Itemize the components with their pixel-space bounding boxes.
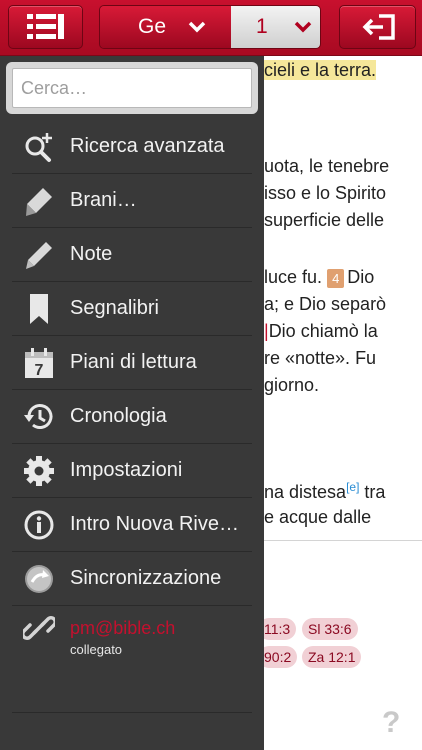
search-container bbox=[6, 62, 258, 114]
book-label: Ge bbox=[138, 15, 167, 38]
calendar-icon: 7 bbox=[23, 347, 55, 379]
divider bbox=[12, 712, 252, 713]
menu-item-label: Impostazioni bbox=[70, 459, 183, 481]
menu-item-settings[interactable]: Impostazioni bbox=[12, 444, 252, 498]
gear-icon bbox=[23, 455, 55, 487]
chapter-label: 1 bbox=[256, 15, 268, 38]
menu-item-passages[interactable]: Brani… bbox=[12, 174, 252, 228]
text-line: |Dio chiamò la bbox=[264, 321, 378, 341]
menu-list-icon bbox=[26, 14, 64, 39]
menu-item-advanced-search[interactable]: Ricerca avanzata bbox=[12, 120, 252, 174]
text-line: superficie delle bbox=[264, 210, 385, 230]
side-menu: Ricerca avanzata Brani… Note Segnalibri bbox=[0, 56, 264, 750]
menu-item-sync[interactable]: Sincronizzazione bbox=[12, 552, 252, 606]
advanced-search-icon bbox=[23, 131, 55, 163]
menu-item-label: Piani di lettura bbox=[70, 351, 197, 373]
link-icon bbox=[23, 612, 55, 644]
book-chapter-selector: Ge 1 bbox=[99, 5, 321, 49]
cross-ref-chip[interactable]: 11:3 bbox=[264, 618, 297, 640]
chapter-selector[interactable]: 1 bbox=[231, 6, 320, 48]
top-bar: Ge 1 bbox=[0, 0, 422, 56]
search-input[interactable] bbox=[12, 68, 252, 108]
history-icon bbox=[23, 401, 55, 433]
menu-item-history[interactable]: Cronologia bbox=[12, 390, 252, 444]
text-line: e acque dalle bbox=[264, 507, 372, 527]
verse-number[interactable]: 4 bbox=[327, 269, 345, 288]
cross-ref-chip[interactable]: Sl 33:6 bbox=[302, 618, 358, 640]
menu-item-notes[interactable]: Note bbox=[12, 228, 252, 282]
menu-item-label: Ricerca avanzata bbox=[70, 135, 225, 157]
menu-item-reading-plans[interactable]: 7 Piani di lettura bbox=[12, 336, 252, 390]
menu-item-label: Intro Nuova Rive… bbox=[70, 513, 239, 535]
highlighter-icon bbox=[23, 185, 55, 217]
pencil-icon bbox=[23, 239, 55, 271]
footnote-link[interactable]: [e] bbox=[346, 480, 359, 494]
text-line: a; e Dio separò bbox=[264, 294, 387, 314]
cross-ref-chip[interactable]: Za 12:1 bbox=[302, 646, 362, 668]
book-selector[interactable]: Ge bbox=[100, 6, 231, 48]
menu-button[interactable] bbox=[8, 5, 83, 49]
text-line: re «notte». Fu bbox=[264, 348, 377, 368]
exit-button[interactable] bbox=[339, 5, 416, 49]
text-line: giorno. bbox=[264, 375, 320, 395]
account-status: collegato bbox=[70, 642, 123, 657]
info-icon bbox=[23, 509, 55, 541]
divider bbox=[264, 540, 422, 541]
help-icon[interactable]: ? bbox=[382, 706, 400, 740]
svg-text:7: 7 bbox=[35, 362, 44, 379]
text-line: isso e lo Spirito bbox=[264, 183, 387, 203]
chevron-down-icon bbox=[188, 21, 206, 33]
text-line: uota, le tenebre bbox=[264, 156, 390, 176]
text-line: cieli e la terra. bbox=[264, 60, 377, 80]
menu-item-bookmarks[interactable]: Segnalibri bbox=[12, 282, 252, 336]
account-email: pm@bible.ch bbox=[70, 618, 176, 638]
menu-item-label: Cronologia bbox=[70, 405, 167, 427]
menu-item-label: Note bbox=[70, 243, 113, 265]
exit-arrow-icon bbox=[362, 14, 395, 40]
text-line: luce fu. 4 Dio bbox=[264, 267, 375, 288]
menu-item-intro[interactable]: Intro Nuova Rive… bbox=[12, 498, 252, 552]
bible-text-view: cieli e la terra. uota, le tenebre isso … bbox=[264, 56, 422, 750]
menu-item-label: Brani… bbox=[70, 189, 137, 211]
menu-item-label: Sincronizzazione bbox=[70, 567, 222, 589]
bookmark-icon bbox=[23, 293, 55, 325]
menu-item-account[interactable]: pm@bible.ch collegato bbox=[12, 606, 252, 676]
menu-item-label: Segnalibri bbox=[70, 297, 159, 319]
text-line: na distesa[e] tra bbox=[264, 480, 386, 502]
sync-icon bbox=[23, 563, 55, 595]
cross-ref-chip[interactable]: 90:2 bbox=[264, 646, 298, 668]
chevron-down-icon bbox=[294, 21, 312, 33]
